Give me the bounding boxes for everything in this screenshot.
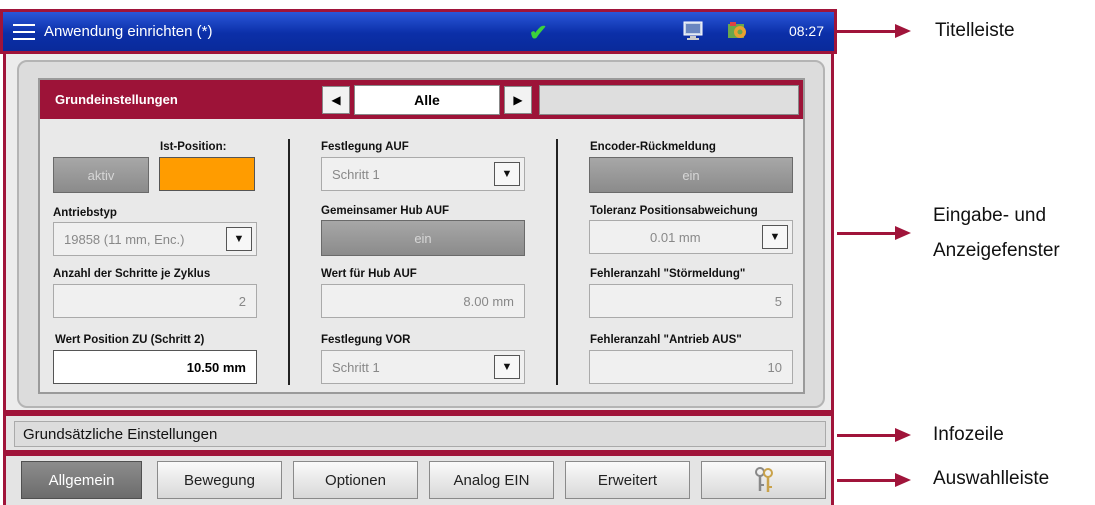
keys-icon	[754, 467, 773, 492]
column-divider	[288, 139, 290, 385]
antrieb-aus-label: Fehleranzahl "Antrieb AUS"	[590, 334, 742, 346]
annotation-titelleiste: Titelleiste	[935, 20, 1015, 41]
festlegung-auf-value: Schritt 1	[332, 166, 380, 182]
tab-optionen[interactable]: Optionen	[293, 461, 418, 499]
dropdown-arrow-icon[interactable]: ▼	[762, 225, 788, 249]
schritte-field[interactable]: 2	[53, 284, 257, 318]
arrow-right-icon[interactable]: ▶	[504, 86, 532, 114]
ist-position-label: Ist-Position:	[160, 141, 227, 153]
tab-keys[interactable]	[701, 461, 826, 499]
stoer-label: Fehleranzahl "Störmeldung"	[590, 268, 746, 280]
encoder-label: Encoder-Rückmeldung	[590, 141, 716, 153]
stoer-field[interactable]: 5	[589, 284, 793, 318]
header-blank-field	[539, 85, 799, 115]
settings-header: Grundeinstellungen ◀ Alle ▶	[40, 80, 803, 119]
wert-zu-field[interactable]: 10.50 mm	[53, 350, 257, 384]
arrow-left-icon[interactable]: ◀	[322, 86, 350, 114]
festlegung-vor-dropdown[interactable]: Schritt 1 ▼	[321, 350, 525, 384]
antriebstyp-label: Antriebstyp	[53, 207, 117, 219]
annotation-arrow	[837, 428, 911, 442]
ist-position-field	[159, 157, 255, 191]
wert-hub-label: Wert für Hub AUF	[321, 268, 417, 280]
annotation-eingabe-2: Anzeigefenster	[933, 240, 1060, 261]
annotation-arrow	[837, 473, 911, 487]
column-divider	[556, 139, 558, 385]
antriebstyp-dropdown[interactable]: 19858 (11 mm, Enc.) ▼	[53, 222, 257, 256]
antriebstyp-value: 19858 (11 mm, Enc.)	[64, 231, 185, 247]
dropdown-arrow-icon[interactable]: ▼	[494, 355, 520, 379]
filter-field: Alle	[354, 85, 500, 115]
hub-auf-label: Gemeinsamer Hub AUF	[321, 205, 450, 217]
dropdown-arrow-icon[interactable]: ▼	[226, 227, 252, 251]
tab-analog-ein[interactable]: Analog EIN	[429, 461, 554, 499]
annotation-infozeile: Infozeile	[933, 424, 1004, 445]
schritte-label: Anzahl der Schritte je Zyklus	[53, 268, 211, 280]
toleranz-label: Toleranz Positionsabweichung	[590, 205, 758, 217]
wert-zu-label: Wert Position ZU (Schritt 2)	[55, 334, 205, 346]
hub-auf-button[interactable]: ein	[321, 220, 525, 256]
annotation-arrow	[837, 24, 911, 38]
info-text: Grundsätzliche Einstellungen	[14, 421, 826, 447]
tab-allgemein[interactable]: Allgemein	[21, 461, 142, 499]
festlegung-vor-value: Schritt 1	[332, 359, 380, 375]
festlegung-auf-dropdown[interactable]: Schritt 1 ▼	[321, 157, 525, 191]
festlegung-vor-label: Festlegung VOR	[321, 334, 411, 346]
toleranz-value: 0.01 mm	[650, 229, 701, 245]
titlebar-frame	[0, 9, 837, 54]
aktiv-button[interactable]: aktiv	[53, 157, 149, 193]
tab-bewegung[interactable]: Bewegung	[157, 461, 282, 499]
settings-title: Grundeinstellungen	[55, 92, 178, 107]
wert-hub-field[interactable]: 8.00 mm	[321, 284, 525, 318]
tab-erweitert[interactable]: Erweitert	[565, 461, 690, 499]
annotation-eingabe-1: Eingabe- und	[933, 205, 1047, 226]
annotation-auswahlleiste: Auswahlleiste	[933, 468, 1050, 489]
encoder-button[interactable]: ein	[589, 157, 793, 193]
dropdown-arrow-icon[interactable]: ▼	[494, 162, 520, 186]
festlegung-auf-label: Festlegung AUF	[321, 141, 409, 153]
toleranz-dropdown[interactable]: 0.01 mm ▼	[589, 220, 793, 254]
annotation-arrow	[837, 226, 911, 240]
antrieb-aus-field[interactable]: 10	[589, 350, 793, 384]
